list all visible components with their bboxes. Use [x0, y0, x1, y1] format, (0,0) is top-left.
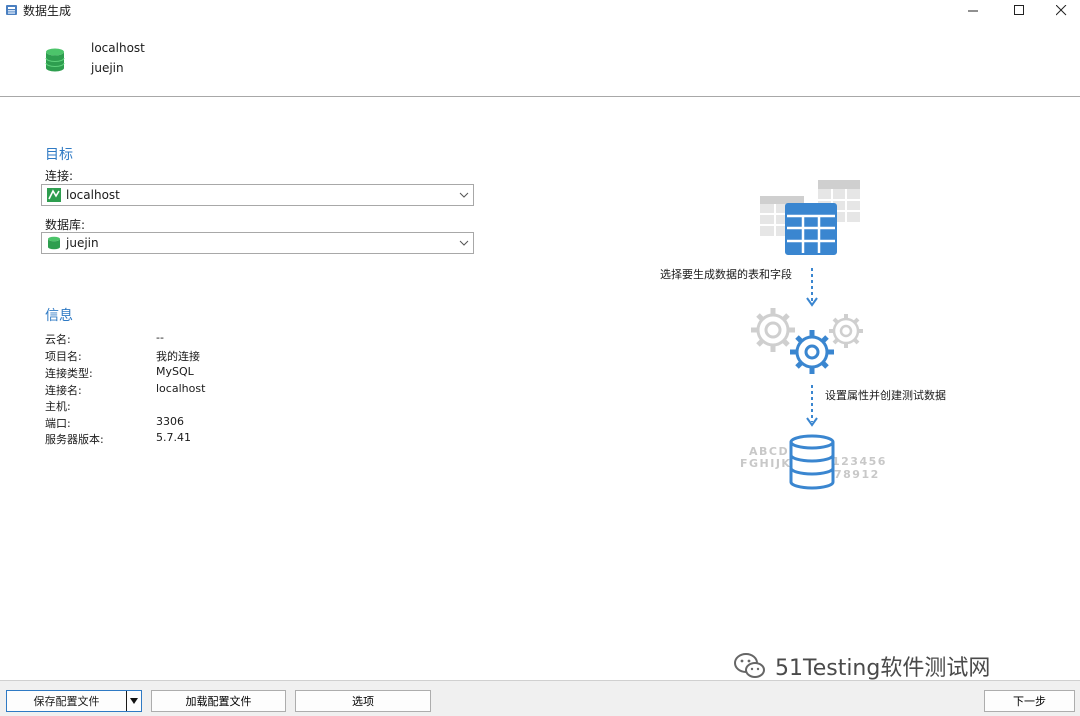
- target-section-title: 目标: [45, 147, 73, 163]
- footer-bar: 保存配置文件 加载配置文件 选项 下一步: [0, 680, 1080, 716]
- connection-header: localhost juejin: [0, 20, 1080, 97]
- info-key: 连接名:: [45, 384, 82, 397]
- gear-icon-gray-right: [829, 314, 863, 348]
- app-icon: [6, 5, 17, 15]
- load-config-button[interactable]: 加载配置文件: [151, 690, 286, 712]
- info-row-connection-name: 连接名: localhost: [45, 382, 345, 398]
- header-database: juejin: [91, 61, 124, 75]
- info-row-server-version: 服务器版本: 5.7.41: [45, 431, 345, 447]
- close-icon: [1055, 4, 1066, 15]
- window-title: 数据生成: [23, 4, 72, 18]
- title-bar: 数据生成: [0, 0, 1080, 20]
- info-key: 云名:: [45, 333, 71, 346]
- database-value: juejin: [66, 236, 99, 250]
- info-row-connection-type: 连接类型: MySQL: [45, 365, 345, 381]
- database-label: 数据库:: [45, 218, 86, 232]
- connection-value: localhost: [66, 188, 120, 202]
- info-value: 我的连接: [156, 350, 200, 363]
- database-select[interactable]: juejin: [41, 232, 474, 254]
- info-value: localhost: [156, 382, 206, 395]
- options-button[interactable]: 选项: [295, 690, 431, 712]
- maximize-icon: [1013, 4, 1024, 15]
- info-key: 端口:: [45, 417, 71, 430]
- chevron-down-icon: [459, 192, 469, 198]
- next-button[interactable]: 下一步: [984, 690, 1075, 712]
- step2-label: 设置属性并创建测试数据: [825, 389, 946, 402]
- info-section-title: 信息: [45, 308, 73, 324]
- minimize-icon: [967, 10, 978, 11]
- step1-label: 选择要生成数据的表和字段: [660, 268, 792, 281]
- caret-down-icon: [130, 698, 138, 704]
- arrow-down-icon: [806, 268, 818, 307]
- info-row-host: 主机:: [45, 398, 345, 414]
- maximize-button[interactable]: [996, 0, 1042, 20]
- watermark: 51Testing软件测试网: [733, 650, 990, 682]
- save-config-label: 保存配置文件: [33, 695, 100, 708]
- table-icon-blue: [785, 203, 837, 255]
- digits-line1: 123456: [832, 455, 887, 468]
- info-row-project: 项目名: 我的连接: [45, 348, 345, 364]
- data-generation-illustration: ABCD FGHIJK 123456 78912 选择要生成数据的表和字段 设置…: [660, 170, 960, 500]
- database-small-icon: [48, 236, 60, 250]
- arrow-down-icon: [806, 385, 818, 427]
- minimize-button[interactable]: [950, 0, 996, 20]
- workflow-diagram: ABCD FGHIJK 123456 78912: [740, 180, 887, 490]
- info-key: 连接类型:: [45, 367, 93, 380]
- letters-line2: FGHIJK: [740, 457, 791, 470]
- info-key: 服务器版本:: [45, 433, 104, 446]
- connection-label: 连接:: [45, 169, 74, 183]
- info-key: 项目名:: [45, 350, 82, 363]
- close-button[interactable]: [1038, 0, 1080, 20]
- info-row-port: 端口: 3306: [45, 415, 345, 431]
- header-host: localhost: [91, 41, 145, 55]
- save-config-dropdown[interactable]: [126, 691, 141, 711]
- info-row-cloud: 云名: --: [45, 331, 345, 347]
- chevron-down-icon: [459, 240, 469, 246]
- digits-line2: 78912: [834, 468, 880, 481]
- database-icon-blue: [789, 434, 835, 490]
- mysql-connection-icon: [47, 188, 61, 202]
- info-value: --: [156, 331, 164, 344]
- wechat-icon: [734, 653, 765, 678]
- watermark-text: 51Testing软件测试网: [775, 656, 991, 681]
- info-value: 3306: [156, 415, 184, 428]
- connection-select[interactable]: localhost: [41, 184, 474, 206]
- gear-icon-blue: [790, 330, 834, 374]
- save-config-button[interactable]: 保存配置文件: [6, 690, 142, 712]
- gear-icon-gray-left: [751, 308, 795, 352]
- info-value: MySQL: [156, 365, 194, 378]
- info-key: 主机:: [45, 400, 71, 413]
- info-value: 5.7.41: [156, 431, 191, 444]
- database-icon: [45, 48, 65, 72]
